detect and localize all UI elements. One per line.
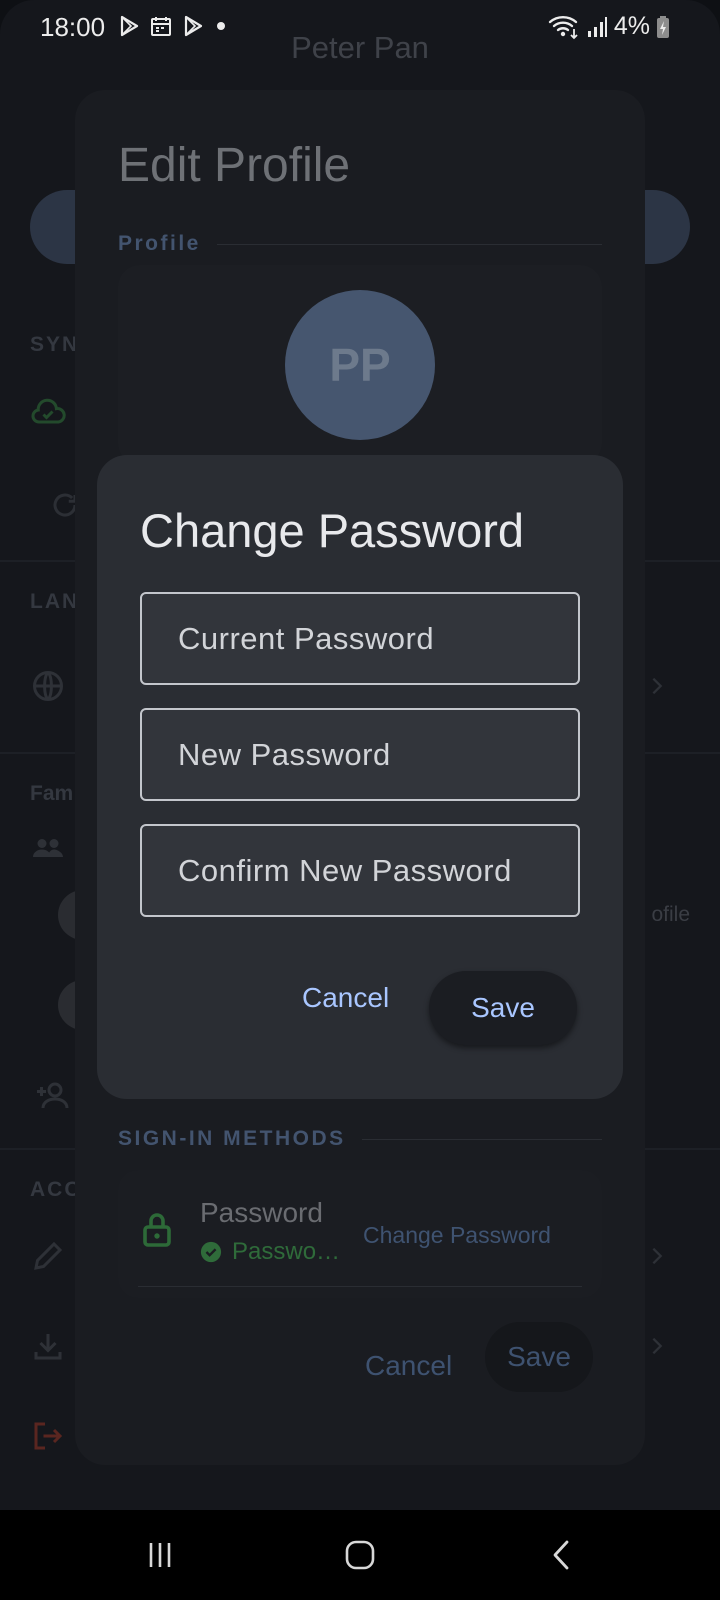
battery-charging-icon (657, 15, 669, 38)
partial-label: ofile (651, 903, 690, 926)
chevron-right-icon[interactable] (646, 675, 668, 697)
notification-dot-icon (217, 22, 225, 30)
password-status: Passwo… (200, 1238, 340, 1266)
signal-icon (587, 16, 607, 37)
change-password-title: Change Password (140, 504, 525, 557)
system-icons: 4% (548, 12, 670, 41)
change-password-link[interactable]: Change Password (363, 1222, 551, 1249)
edit-profile-save-button[interactable]: Save (485, 1322, 593, 1392)
logout-icon[interactable] (30, 1418, 66, 1454)
home-icon (345, 1540, 375, 1570)
change-password-dialog: Change Password Current Password New Pas… (97, 455, 623, 1099)
sync-section-label: SYN (30, 333, 80, 356)
cancel-button[interactable]: Cancel (302, 982, 389, 1014)
notification-icons (117, 14, 229, 38)
current-password-placeholder: Current Password (178, 620, 435, 656)
cloud-check-icon (31, 398, 66, 424)
avatar[interactable]: PP (285, 290, 435, 440)
wifi-icon (548, 15, 578, 39)
profile-section-header: Profile (118, 232, 602, 256)
family-section-label: Fam (30, 782, 74, 805)
confirm-password-input[interactable]: Confirm New Password (140, 824, 580, 917)
edit-profile-cancel-button[interactable]: Cancel (365, 1350, 452, 1382)
divider (216, 243, 602, 245)
profile-section-label: Profile (118, 232, 201, 255)
navigation-bar (0, 1510, 720, 1600)
account-section-label: ACC (30, 1178, 82, 1201)
status-bar: 18:00 4% (0, 0, 720, 52)
new-password-placeholder: New Password (178, 736, 391, 772)
language-section-label: LAN (30, 590, 80, 613)
save-button[interactable]: Save (429, 971, 577, 1045)
check-circle-icon (200, 1241, 222, 1263)
group-icon (33, 839, 63, 857)
back-icon (553, 1540, 569, 1570)
new-password-input[interactable]: New Password (140, 708, 580, 801)
password-method-title: Password (200, 1197, 323, 1228)
avatar-initials: PP (329, 339, 391, 391)
home-button[interactable] (330, 1530, 390, 1580)
add-person-icon[interactable] (34, 1078, 70, 1114)
chevron-right-icon[interactable] (646, 1335, 668, 1357)
signin-section-header: SIGN-IN METHODS (118, 1127, 602, 1151)
divider (361, 1138, 602, 1140)
recents-button[interactable] (130, 1530, 190, 1580)
play-store-icon (184, 15, 203, 37)
password-status-text: Passwo… (232, 1238, 341, 1265)
download-icon[interactable] (30, 1328, 66, 1364)
lock-icon (143, 1213, 171, 1247)
recents-icon (149, 1543, 171, 1567)
back-button[interactable] (532, 1530, 592, 1580)
divider (138, 1286, 582, 1287)
chevron-right-icon[interactable] (646, 1245, 668, 1267)
current-password-input[interactable]: Current Password (140, 592, 580, 685)
calendar-icon (151, 17, 171, 36)
confirm-password-placeholder: Confirm New Password (178, 852, 512, 888)
globe-icon (33, 671, 63, 701)
edit-profile-title: Edit Profile (118, 139, 351, 192)
play-store-icon (120, 15, 139, 37)
battery-percent: 4% (613, 12, 650, 40)
pencil-icon[interactable] (30, 1238, 66, 1274)
status-time: 18:00 (40, 12, 106, 42)
signin-section-label: SIGN-IN METHODS (118, 1127, 346, 1150)
